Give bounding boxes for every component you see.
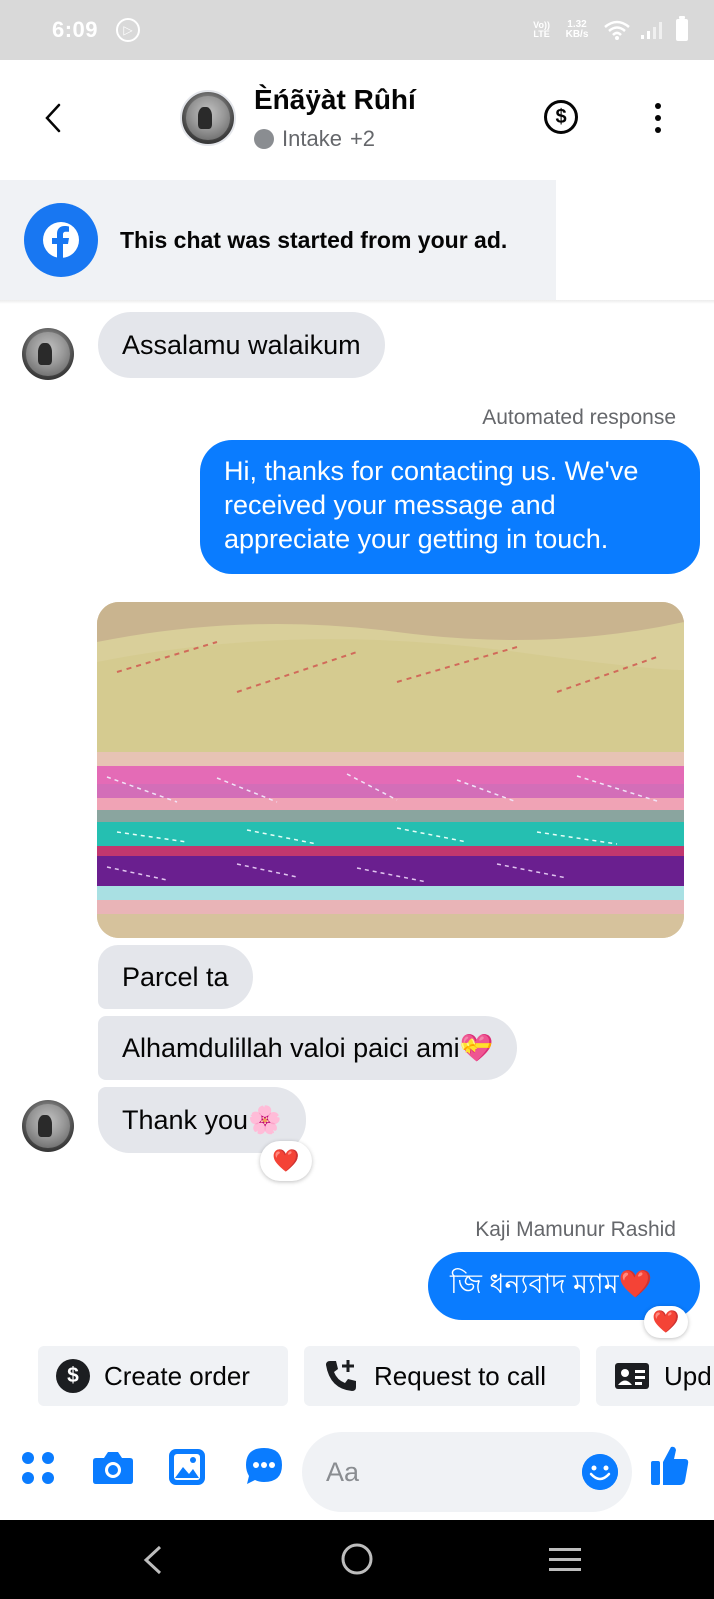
incoming-message[interactable]: Parcel ta — [98, 945, 253, 1009]
incoming-message[interactable]: Alhamdulillah valoi paici ami💝 — [98, 1016, 518, 1080]
photo-message[interactable] — [97, 602, 684, 938]
ad-origin-text: This chat was started from your ad. — [120, 226, 508, 253]
update-contact-button[interactable]: Upd — [596, 1346, 714, 1406]
signal-icon — [641, 22, 662, 39]
create-order-label: Create order — [104, 1360, 250, 1391]
request-to-call-button[interactable]: Request to call — [304, 1346, 580, 1406]
update-contact-label: Upd — [664, 1360, 712, 1391]
chat-header: Èńãÿàt Rûhí Intake +2 $ — [0, 60, 714, 178]
automated-response-label: Automated response — [482, 406, 676, 429]
label-intake: Intake — [282, 126, 342, 151]
fabric-stack-image — [97, 602, 684, 938]
facebook-logo-icon — [24, 203, 98, 277]
volte-indicator: Vo)) LTE — [533, 20, 550, 39]
heart-reaction-icon[interactable]: ❤️ — [260, 1141, 312, 1181]
battery-icon — [676, 16, 688, 41]
label-dot-icon — [254, 129, 274, 149]
nav-back-icon[interactable] — [140, 1544, 164, 1581]
status-indicators: Vo)) LTE 1.32 KB/s — [533, 16, 688, 41]
heart-reaction-icon[interactable]: ❤️ — [644, 1306, 688, 1338]
create-order-button[interactable]: $ Create order — [38, 1346, 288, 1406]
system-navigation-bar — [0, 1520, 714, 1599]
quick-replies-bar: $ Create order Request to call Upd — [38, 1346, 714, 1408]
more-actions-grid-icon[interactable] — [20, 1450, 56, 1486]
like-thumb-icon[interactable] — [650, 1444, 690, 1486]
message-input[interactable]: Aa — [302, 1432, 632, 1512]
do-not-disturb-icon: ▷ — [116, 18, 141, 42]
network-speed: 1.32 KB/s — [565, 19, 589, 40]
sender-name-label: Kaji Mamunur Rashid — [475, 1218, 676, 1241]
incoming-message[interactable]: Assalamu walaikum — [98, 312, 385, 378]
label-extra-count: +2 — [349, 126, 376, 151]
sender-avatar[interactable] — [22, 328, 74, 380]
payment-dollar-icon[interactable]: $ — [544, 100, 578, 134]
ad-origin-banner: This chat was started from your ad. — [0, 180, 556, 300]
outgoing-message[interactable]: Hi, thanks for contacting us. We've rece… — [200, 440, 700, 574]
gallery-icon[interactable] — [168, 1448, 206, 1486]
request-to-call-label: Request to call — [374, 1360, 546, 1391]
message-placeholder: Aa — [326, 1456, 360, 1487]
saved-replies-icon[interactable] — [244, 1446, 284, 1486]
contact-name[interactable]: Èńãÿàt Rûhí — [254, 84, 416, 116]
status-time: 6:09 — [52, 17, 99, 42]
dollar-circle-icon: $ — [56, 1359, 90, 1393]
back-arrow-icon[interactable] — [38, 96, 68, 140]
contact-card-icon — [615, 1363, 649, 1389]
sender-avatar[interactable] — [22, 1100, 74, 1152]
message-composer: Aa — [0, 1420, 714, 1520]
contact-labels[interactable]: Intake +2 — [254, 126, 375, 152]
wifi-icon — [604, 20, 630, 40]
camera-icon[interactable] — [92, 1448, 134, 1486]
nav-home-icon[interactable] — [340, 1542, 374, 1581]
phone-plus-icon — [326, 1360, 356, 1391]
contact-avatar[interactable] — [180, 90, 236, 146]
emoji-icon[interactable] — [582, 1454, 618, 1490]
status-bar: 6:09 ▷ Vo)) LTE 1.32 KB/s — [0, 0, 714, 60]
divider — [0, 300, 714, 304]
more-options-icon[interactable] — [648, 100, 668, 136]
nav-recents-icon[interactable] — [548, 1546, 582, 1579]
